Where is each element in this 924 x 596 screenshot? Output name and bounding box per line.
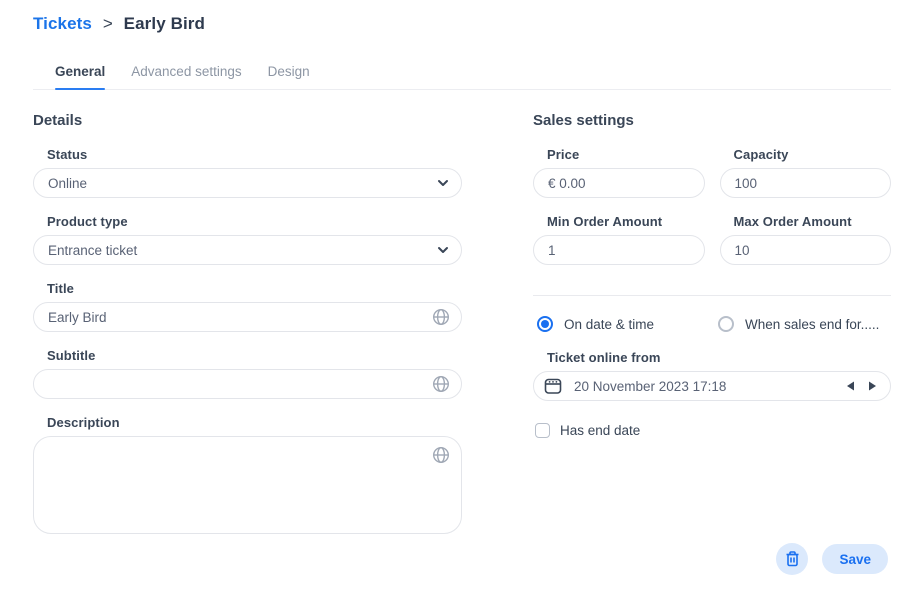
has-end-date-checkbox[interactable]: Has end date [535,423,891,438]
status-label: Status [47,147,462,162]
tab-advanced-settings[interactable]: Advanced settings [131,64,241,89]
radio-icon [718,316,734,332]
ticket-online-from-label: Ticket online from [547,350,891,365]
delete-button[interactable] [776,543,808,575]
price-field: Price [533,147,705,198]
breadcrumb-current: Early Bird [124,14,205,33]
title-field: Title [33,281,462,332]
min-order-label: Min Order Amount [547,214,705,229]
product-type-label: Product type [47,214,462,229]
checkbox-icon [535,423,550,438]
date-next-icon[interactable] [868,381,877,391]
tab-bar: General Advanced settings Design [33,64,891,90]
subtitle-label: Subtitle [47,348,462,363]
capacity-label: Capacity [734,147,892,162]
min-order-field: Min Order Amount [533,214,705,265]
status-field: Status [33,147,462,198]
breadcrumb-separator: > [103,14,113,33]
sales-settings-heading: Sales settings [533,112,891,129]
ticket-online-from-field: Ticket online from [533,350,891,401]
max-order-label: Max Order Amount [734,214,892,229]
description-label: Description [47,415,462,430]
radio-on-date-time-label: On date & time [564,317,654,332]
trash-icon [785,551,800,567]
footer-actions: Save [776,543,888,575]
ticket-editor-page: Tickets > Early Bird General Advanced se… [0,0,924,596]
details-heading: Details [33,112,462,129]
details-section: Details Status Product type Title [33,112,462,555]
save-button[interactable]: Save [822,544,888,574]
subtitle-input[interactable] [33,369,462,399]
globe-icon [432,446,450,464]
radio-on-date-time[interactable]: On date & time [537,316,654,332]
tab-general[interactable]: General [55,64,105,89]
description-textarea[interactable] [33,436,462,534]
ticket-online-from-input[interactable] [533,371,891,401]
radio-when-sales-end[interactable]: When sales end for..... [718,316,879,332]
max-order-field: Max Order Amount [720,214,892,265]
sales-divider [533,295,891,296]
subtitle-field: Subtitle [33,348,462,399]
price-input[interactable] [533,168,705,198]
min-order-input[interactable] [533,235,705,265]
tab-design[interactable]: Design [268,64,310,89]
status-select[interactable] [33,168,462,198]
product-type-field: Product type [33,214,462,265]
sales-settings-section: Sales settings Price Capacity Min Order … [533,112,891,438]
calendar-icon [544,377,562,395]
breadcrumb: Tickets > Early Bird [33,14,205,34]
product-type-select[interactable] [33,235,462,265]
description-field: Description [33,415,462,539]
sales-start-radio-group: On date & time When sales end for..... [537,316,891,332]
has-end-date-label: Has end date [560,423,640,438]
max-order-input[interactable] [720,235,892,265]
breadcrumb-tickets-link[interactable]: Tickets [33,14,92,33]
capacity-input[interactable] [720,168,892,198]
radio-when-sales-end-label: When sales end for..... [745,317,879,332]
title-input[interactable] [33,302,462,332]
title-label: Title [47,281,462,296]
price-label: Price [547,147,705,162]
radio-icon [537,316,553,332]
date-previous-icon[interactable] [846,381,855,391]
capacity-field: Capacity [720,147,892,198]
